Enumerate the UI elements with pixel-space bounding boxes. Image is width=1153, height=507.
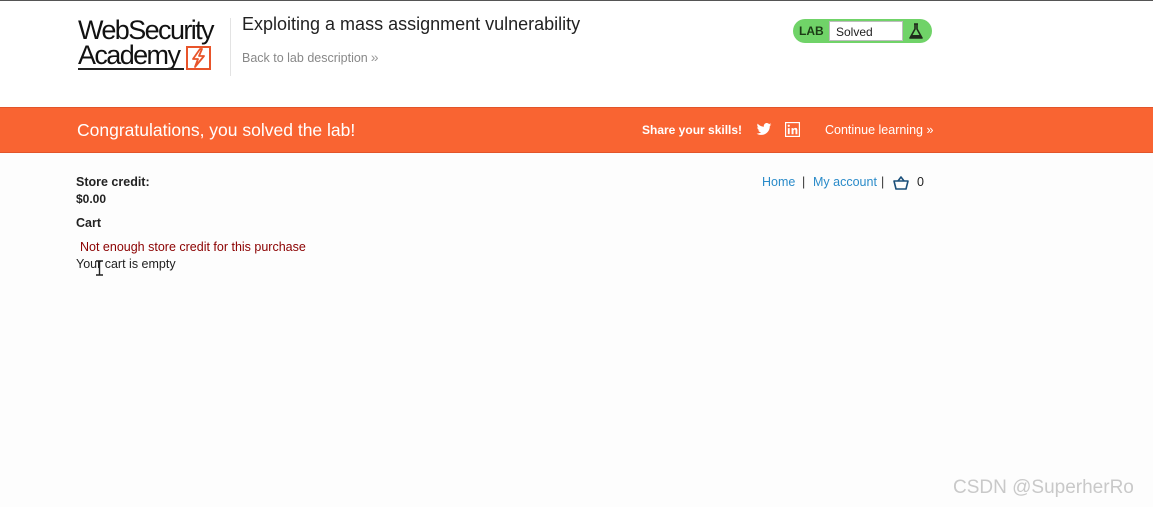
nav-my-account-link[interactable]: My account	[813, 175, 877, 189]
nav-home-link[interactable]: Home	[762, 175, 795, 189]
cart-empty-message: Your cart is empty	[76, 257, 176, 271]
share-skills-label: Share your skills!	[642, 123, 743, 137]
double-chevron-right-icon: »	[370, 49, 379, 65]
nav-separator: |	[802, 175, 806, 189]
lab-title: Exploiting a mass assignment vulnerabili…	[242, 14, 581, 34]
lab-status-text: Solved	[829, 21, 903, 41]
congratulations-message: Congratulations, you solved the lab!	[77, 120, 356, 140]
continue-learning-label: Continue learning	[825, 123, 923, 137]
back-to-lab-description-link[interactable]: Back to lab description»	[242, 49, 379, 65]
lightning-icon	[186, 46, 211, 70]
watermark: CSDN @SuperherRo	[953, 477, 1134, 498]
logo-underline	[78, 68, 184, 70]
page-header: WebSecurity Academy Exploiting a mass as…	[0, 1, 1153, 107]
store-credit-label: Store credit:	[76, 175, 150, 189]
back-link-label: Back to lab description	[242, 51, 368, 65]
cart-icon[interactable]	[893, 176, 909, 191]
insufficient-credit-error: Not enough store credit for this purchas…	[80, 240, 306, 254]
double-chevron-right-icon: »	[926, 123, 934, 137]
continue-learning-link[interactable]: Continue learning »	[825, 123, 933, 137]
twitter-icon[interactable]	[756, 122, 772, 137]
web-security-academy-logo[interactable]: WebSecurity Academy	[78, 16, 228, 72]
lab-status-widget: LAB Solved	[793, 19, 932, 43]
linkedin-icon[interactable]	[785, 122, 800, 137]
text-cursor-icon	[96, 260, 103, 276]
flask-icon	[909, 23, 923, 39]
lab-badge: LAB	[799, 24, 824, 38]
solved-banner: Congratulations, you solved the lab! Sha…	[0, 107, 1153, 153]
store-credit-value: $0.00	[76, 192, 107, 206]
header-divider	[230, 18, 231, 76]
cart-heading: Cart	[76, 216, 102, 230]
logo-text-line2: Academy	[78, 40, 181, 70]
cart-count: 0	[917, 175, 924, 189]
nav-separator: |	[881, 175, 885, 189]
